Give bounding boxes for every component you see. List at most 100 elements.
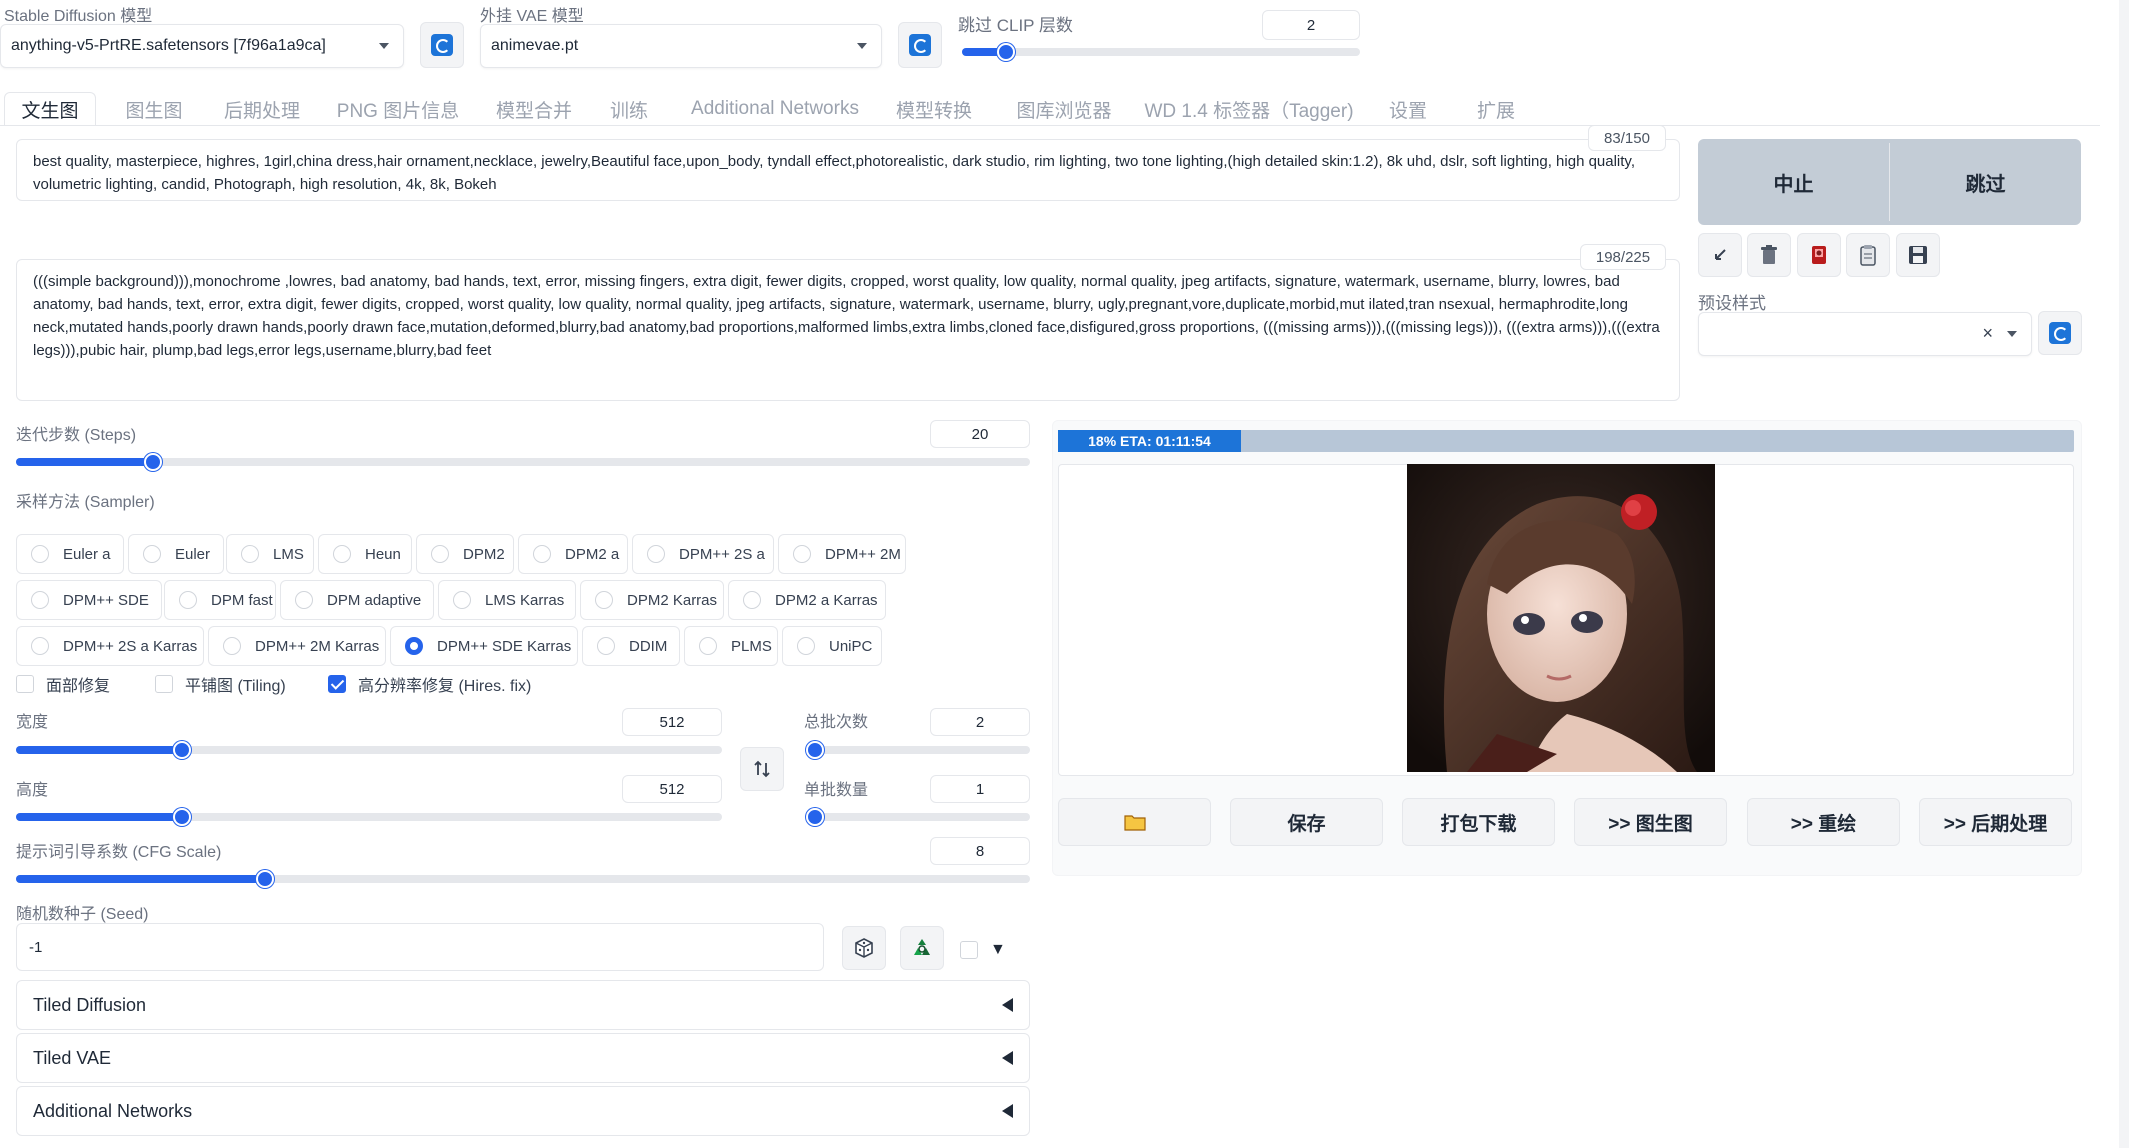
sd-model-select[interactable]: anything-v5-PrtRE.safetensors [7f96a1a9c… <box>0 24 404 68</box>
styles-select[interactable]: × <box>1698 312 2032 356</box>
tab-2[interactable]: 后期处理 <box>212 92 312 126</box>
tab-3[interactable]: PNG 图片信息 <box>328 92 468 126</box>
tab-5[interactable]: 训练 <box>600 92 658 126</box>
random-seed-button[interactable] <box>842 926 886 970</box>
refresh-vae-button[interactable] <box>898 22 942 68</box>
swap-dimensions-button[interactable] <box>740 747 784 791</box>
generated-image[interactable] <box>1407 464 1715 772</box>
tab-1[interactable]: 图生图 <box>116 92 192 126</box>
styles-label: 预设样式 <box>1698 294 1766 313</box>
sampler-option[interactable]: DPM++ 2S a Karras <box>16 626 204 666</box>
progress-fill: 18% ETA: 01:11:54 <box>1058 430 1241 452</box>
sampler-option[interactable]: UniPC <box>782 626 882 666</box>
width-slider[interactable] <box>16 741 722 759</box>
sampler-option[interactable]: DPM2 Karras <box>580 580 724 620</box>
sampler-option[interactable]: PLMS <box>684 626 778 666</box>
action-button-4[interactable]: >> 后期处理 <box>1919 798 2072 846</box>
open-folder-button[interactable] <box>1058 798 1211 846</box>
sampler-option[interactable]: Euler <box>128 534 224 574</box>
sampler-option[interactable]: DPM2 <box>416 534 514 574</box>
sampler-option-label: DPM adaptive <box>327 591 422 609</box>
prompt-textarea[interactable]: best quality, masterpiece, highres, 1gir… <box>16 139 1680 201</box>
action-button-3[interactable]: >> 重绘 <box>1747 798 1900 846</box>
width-input[interactable]: 512 <box>622 708 722 736</box>
accordion-header[interactable]: Additional Networks <box>16 1086 1030 1136</box>
steps-slider[interactable] <box>16 453 1030 471</box>
clear-styles-icon[interactable]: × <box>1982 323 1993 344</box>
save-style-button[interactable] <box>1896 233 1940 277</box>
accordion-title: Additional Networks <box>33 1100 193 1121</box>
interrupt-button[interactable]: 中止 <box>1698 139 1889 225</box>
sampler-option[interactable]: DPM adaptive <box>280 580 434 620</box>
slider-thumb[interactable] <box>144 453 162 471</box>
radio-dot <box>793 545 811 563</box>
slider-thumb[interactable] <box>806 808 824 826</box>
accordion-header[interactable]: Tiled Diffusion <box>16 980 1030 1030</box>
action-button-2[interactable]: >> 图生图 <box>1574 798 1727 846</box>
sampler-option[interactable]: DPM fast <box>164 580 276 620</box>
batch-size-slider[interactable] <box>806 808 1030 826</box>
vae-model-label: 外挂 VAE 模型 <box>480 8 584 25</box>
apply-style-button[interactable] <box>1846 233 1890 277</box>
tab-7[interactable]: 模型转换 <box>884 92 984 126</box>
refresh-sd-model-button[interactable] <box>420 22 464 68</box>
slider-thumb[interactable] <box>173 741 191 759</box>
height-input[interactable]: 512 <box>622 775 722 803</box>
tab-4[interactable]: 模型合并 <box>484 92 584 126</box>
sampler-option[interactable]: DPM++ 2M Karras <box>208 626 386 666</box>
tab-8[interactable]: 图库浏览器 <box>1004 92 1124 126</box>
cfg-scale-input[interactable]: 8 <box>930 837 1030 865</box>
height-label: 高度 <box>16 782 49 799</box>
hires-fix-checkbox[interactable]: 高分辨率修复 (Hires. fix) <box>328 672 531 696</box>
floppy-disk-icon <box>1909 246 1927 264</box>
tab-0[interactable]: 文生图 <box>4 92 96 126</box>
vae-model-select[interactable]: animevae.pt <box>480 24 882 68</box>
reuse-seed-button[interactable] <box>900 926 944 970</box>
sampler-option-label: DPM++ 2S a Karras <box>63 637 198 655</box>
clip-skip-input[interactable]: 2 <box>1262 10 1360 40</box>
sampler-option[interactable]: DPM++ 2M <box>778 534 906 574</box>
sampler-option[interactable]: Heun <box>318 534 412 574</box>
read-params-button[interactable] <box>1698 233 1742 277</box>
clip-skip-slider[interactable] <box>962 43 1360 61</box>
skip-button[interactable]: 跳过 <box>1890 139 2081 225</box>
refresh-styles-button[interactable] <box>2038 311 2082 355</box>
radio-dot <box>743 591 761 609</box>
sampler-option[interactable]: DDIM <box>582 626 680 666</box>
tab-11[interactable]: 扩展 <box>1466 92 1526 126</box>
batch-count-input[interactable]: 2 <box>930 708 1030 736</box>
extra-networks-button[interactable] <box>1797 233 1841 277</box>
sampler-option[interactable]: LMS Karras <box>438 580 576 620</box>
clear-prompt-button[interactable] <box>1747 233 1791 277</box>
sampler-option[interactable]: DPM2 a <box>518 534 628 574</box>
sampler-option[interactable]: DPM++ 2S a <box>632 534 774 574</box>
batch-count-slider[interactable] <box>806 741 1030 759</box>
sampler-option[interactable]: DPM++ SDE <box>16 580 162 620</box>
sampler-option[interactable]: Euler a <box>16 534 124 574</box>
tab-9[interactable]: WD 1.4 标签器（Tagger) <box>1140 92 1358 126</box>
action-button-1[interactable]: 打包下载 <box>1402 798 1555 846</box>
scrollbar[interactable] <box>2119 0 2129 1148</box>
accordion-header[interactable]: Tiled VAE <box>16 1033 1030 1083</box>
tiling-checkbox[interactable]: 平铺图 (Tiling) <box>155 672 286 696</box>
action-button-0[interactable]: 保存 <box>1230 798 1383 846</box>
slider-thumb[interactable] <box>173 808 191 826</box>
restore-faces-checkbox[interactable]: 面部修复 <box>16 672 110 696</box>
negative-prompt-textarea[interactable]: (((simple background))),monochrome ,lowr… <box>16 259 1680 401</box>
cfg-scale-slider[interactable] <box>16 870 1030 888</box>
slider-thumb[interactable] <box>256 870 274 888</box>
sampler-option[interactable]: LMS <box>226 534 314 574</box>
tab-10[interactable]: 设置 <box>1380 92 1436 126</box>
batch-size-input[interactable]: 1 <box>930 775 1030 803</box>
sampler-option-label: DPM2 a Karras <box>775 591 878 609</box>
slider-thumb[interactable] <box>997 43 1015 61</box>
seed-input[interactable]: -1 <box>16 923 824 971</box>
sampler-option[interactable]: DPM++ SDE Karras <box>390 626 578 666</box>
extra-seed-checkbox[interactable]: ▼ <box>960 941 1006 959</box>
sampler-option[interactable]: DPM2 a Karras <box>728 580 886 620</box>
slider-thumb[interactable] <box>806 741 824 759</box>
extra-seed-arrow-icon[interactable]: ▼ <box>990 941 1006 959</box>
steps-input[interactable]: 20 <box>930 420 1030 448</box>
tab-6[interactable]: Additional Networks <box>682 92 868 126</box>
height-slider[interactable] <box>16 808 722 826</box>
